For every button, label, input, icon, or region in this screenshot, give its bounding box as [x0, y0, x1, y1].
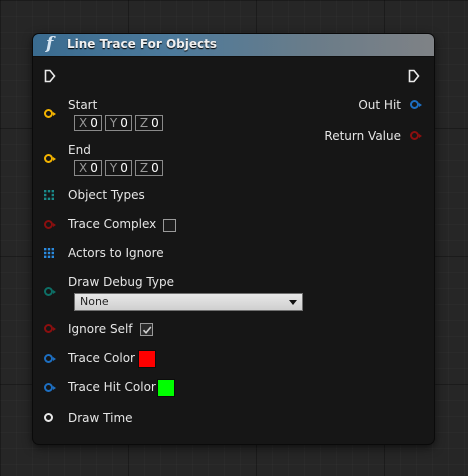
y-axis-label: Y: [109, 161, 118, 175]
z-axis-label: Z: [139, 161, 149, 175]
start-x-field[interactable]: X0: [74, 115, 102, 131]
trace-complex-label: Trace Complex: [68, 217, 157, 231]
trace-color-label: Trace Color: [68, 351, 135, 365]
actors-to-ignore-label: Actors to Ignore: [68, 246, 164, 260]
start-z-value: 0: [151, 116, 159, 130]
out-hit-pin-icon[interactable]: [410, 100, 422, 109]
line-trace-node[interactable]: f Line Trace For Objects Start X0 Y0 Z0 …: [33, 34, 434, 444]
end-x-field[interactable]: X0: [74, 160, 102, 176]
start-y-value: 0: [120, 116, 128, 130]
exec-in-pin-icon[interactable]: [44, 69, 56, 83]
end-vector-input: X0 Y0 Z0: [74, 160, 163, 176]
start-x-value: 0: [90, 116, 98, 130]
ignore-self-checkbox[interactable]: [140, 323, 153, 336]
draw-debug-type-dropdown[interactable]: None: [74, 293, 303, 311]
draw-debug-type-pin-icon[interactable]: [44, 287, 56, 296]
return-value-label: Return Value: [324, 129, 401, 143]
node-title: Line Trace For Objects: [67, 37, 218, 51]
start-y-field[interactable]: Y0: [104, 115, 132, 131]
trace-hit-color-label: Trace Hit Color: [68, 380, 156, 394]
trace-hit-color-pin-icon[interactable]: [44, 383, 56, 392]
trace-hit-color-swatch[interactable]: [157, 379, 175, 397]
z-axis-label: Z: [139, 116, 149, 130]
y-axis-label: Y: [109, 116, 118, 130]
x-axis-label: X: [79, 161, 88, 175]
x-axis-label: X: [79, 116, 88, 130]
trace-color-swatch[interactable]: [138, 350, 156, 368]
draw-time-label: Draw Time: [68, 411, 133, 425]
ignore-self-label: Ignore Self: [68, 322, 133, 336]
object-types-label: Object Types: [68, 188, 145, 202]
end-z-field[interactable]: Z0: [134, 160, 163, 176]
checkmark-icon: [142, 326, 152, 335]
start-z-field[interactable]: Z0: [134, 115, 163, 131]
start-pin-icon[interactable]: [44, 109, 56, 118]
ignore-self-pin-icon[interactable]: [44, 324, 56, 333]
draw-debug-type-label: Draw Debug Type: [68, 275, 174, 289]
return-value-pin-icon[interactable]: [410, 131, 422, 140]
function-icon: f: [46, 34, 54, 54]
node-header[interactable]: f Line Trace For Objects: [33, 34, 434, 57]
draw-time-pin-icon[interactable]: [44, 413, 53, 422]
end-z-value: 0: [151, 161, 159, 175]
out-hit-label: Out Hit: [358, 98, 401, 112]
trace-complex-checkbox[interactable]: [163, 219, 176, 232]
start-vector-input: X0 Y0 Z0: [74, 115, 163, 131]
end-x-value: 0: [90, 161, 98, 175]
end-y-value: 0: [120, 161, 128, 175]
end-pin-icon[interactable]: [44, 154, 56, 163]
trace-complex-pin-icon[interactable]: [44, 220, 56, 229]
actors-to-ignore-array-pin-icon[interactable]: [44, 248, 54, 258]
object-types-array-pin-icon[interactable]: [44, 190, 54, 200]
chevron-down-icon: [289, 300, 297, 305]
end-label: End: [68, 143, 91, 157]
start-label: Start: [68, 98, 98, 112]
end-y-field[interactable]: Y0: [104, 160, 132, 176]
draw-debug-type-value: None: [80, 295, 109, 308]
trace-color-pin-icon[interactable]: [44, 354, 56, 363]
exec-out-pin-icon[interactable]: [408, 69, 420, 83]
